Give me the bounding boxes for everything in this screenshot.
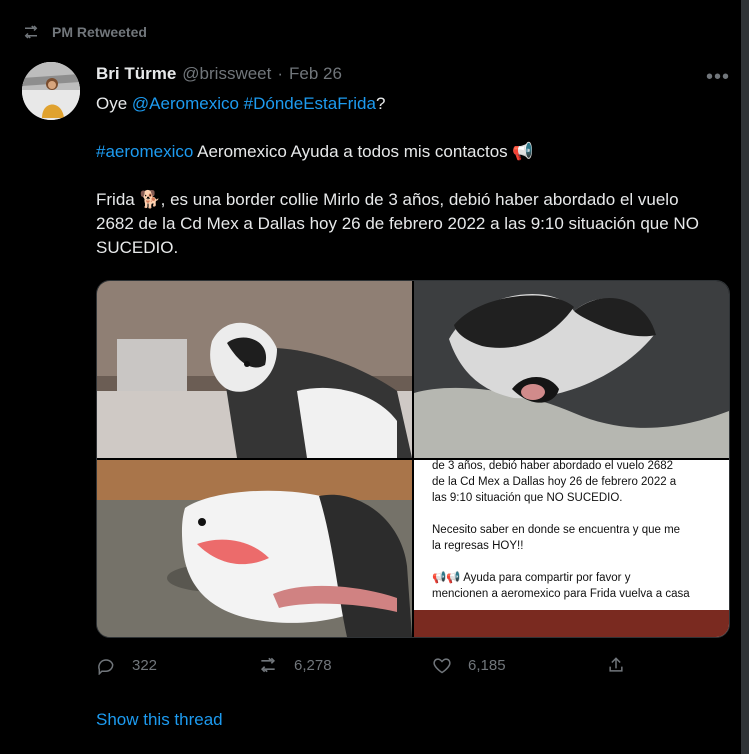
screenshot-bottom-photo xyxy=(414,610,729,637)
retweet-icon xyxy=(24,25,38,39)
text-segment: Frida xyxy=(96,190,140,209)
tweet-paragraph-3: Frida 🐕, es una border collie Mirlo de 3… xyxy=(96,188,716,260)
mention-link[interactable]: @Aeromexico xyxy=(132,94,239,113)
right-border xyxy=(741,0,749,754)
avatar-image xyxy=(22,62,80,120)
like-button[interactable]: 6,185 xyxy=(432,655,506,675)
reply-count: 322 xyxy=(132,656,158,674)
text-segment: ? xyxy=(375,94,386,113)
share-icon xyxy=(609,657,623,672)
tweet-paragraph-1: Oye @Aeromexico #DóndeEstaFrida? xyxy=(96,92,716,116)
media-grid[interactable]: de 3 años, debió haber abordado el vuelo… xyxy=(96,280,730,638)
photo-dog-outdoors-graphic xyxy=(97,460,412,637)
text-segment: , es una border collie Mirlo de 3 años, … xyxy=(96,190,699,257)
photo-dog-sleeping-graphic xyxy=(414,281,729,458)
retweet-button[interactable]: 6,278 xyxy=(258,655,332,675)
photo-dog-on-bed[interactable] xyxy=(97,281,412,458)
photo-text-screenshot[interactable]: de 3 años, debió haber abordado el vuelo… xyxy=(414,460,729,637)
screenshot-line: de la Cd Mex a Dallas hoy 26 de febrero … xyxy=(432,476,677,488)
screenshot-line: la regresas HOY!! xyxy=(432,540,524,552)
tweet-date[interactable]: Feb 26 xyxy=(289,64,342,84)
screenshot-line: mencionen a aeromexico para Frida vuelva… xyxy=(432,588,690,600)
photo-dog-sleeping[interactable] xyxy=(414,281,729,458)
screenshot-line: Necesito saber en donde se encuentra y q… xyxy=(432,524,681,536)
tweet-actions: 322 6,278 6,185 xyxy=(96,650,636,680)
reply-button[interactable]: 322 xyxy=(96,655,157,675)
text-segment: Oye xyxy=(96,94,132,113)
avatar[interactable] xyxy=(22,62,80,120)
tweet-card[interactable]: PM Retweeted Bri Türme @brissweet · Feb … xyxy=(0,0,741,754)
hashtag-link[interactable]: #aeromexico xyxy=(96,142,193,161)
reply-icon xyxy=(98,659,114,675)
tweet-paragraph-2: #aeromexico Aeromexico Ayuda a todos mis… xyxy=(96,140,716,164)
social-context-label: PM Retweeted xyxy=(52,24,147,40)
screenshot-line: las 9:10 situación que NO SUCEDIO. xyxy=(432,492,623,504)
heart-icon xyxy=(433,658,451,674)
header-separator: · xyxy=(277,64,284,83)
megaphone-emoji: 📢 xyxy=(512,142,534,161)
tweet-header: Bri Türme @brissweet · Feb 26 xyxy=(96,64,342,84)
more-options-icon[interactable]: ••• xyxy=(706,66,730,89)
like-count: 6,185 xyxy=(468,656,506,674)
author-name[interactable]: Bri Türme xyxy=(96,64,176,84)
author-handle[interactable]: @brissweet xyxy=(182,64,271,84)
dog-emoji: 🐕 xyxy=(139,190,161,209)
text-segment: Aeromexico Ayuda a todos mis contactos xyxy=(193,142,513,161)
tweet-text: Oye @Aeromexico #DóndeEstaFrida? #aerome… xyxy=(96,92,716,260)
screenshot-text: de 3 años, debió haber abordado el vuelo… xyxy=(432,460,712,602)
screenshot-line: de 3 años, debió haber abordado el vuelo… xyxy=(432,460,674,472)
retweet-count: 6,278 xyxy=(294,656,332,674)
social-context[interactable]: PM Retweeted xyxy=(22,22,147,42)
screenshot-line: 📢📢 Ayuda para compartir por favor y xyxy=(432,572,631,584)
share-button[interactable] xyxy=(606,655,626,675)
show-thread-link[interactable]: Show this thread xyxy=(96,710,223,730)
photo-dog-outdoors[interactable] xyxy=(97,460,412,637)
retweet-icon xyxy=(260,657,276,673)
photo-dog-on-bed-graphic xyxy=(97,281,412,458)
hashtag-link[interactable]: #DóndeEstaFrida xyxy=(244,94,376,113)
